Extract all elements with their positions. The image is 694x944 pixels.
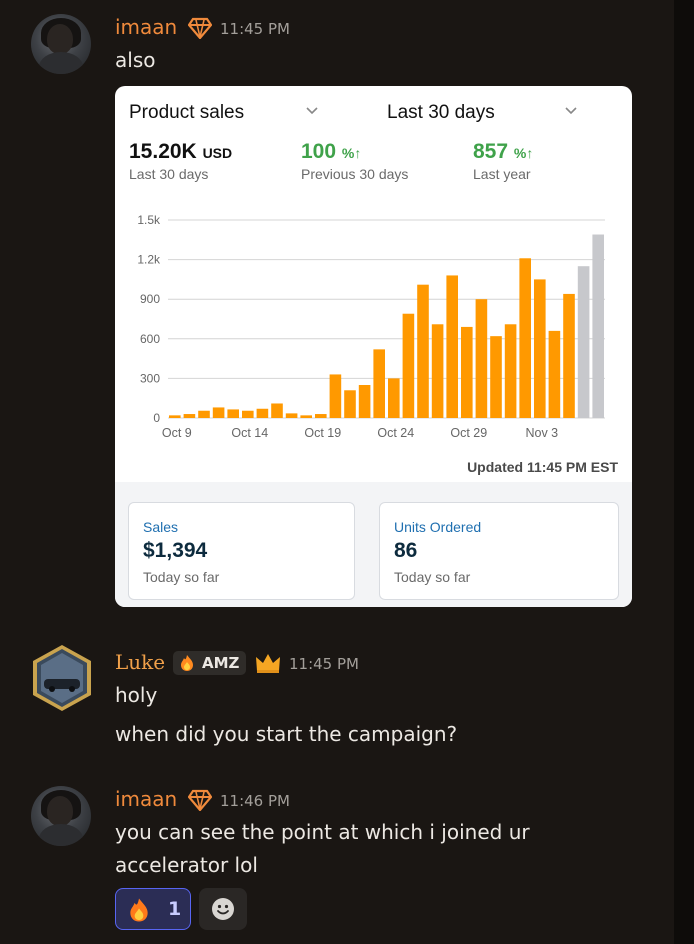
bar xyxy=(388,378,400,418)
bar xyxy=(329,374,342,418)
bar xyxy=(198,410,210,418)
bar xyxy=(315,414,327,418)
card-value: 86 xyxy=(394,539,418,562)
card-title: Units Ordered xyxy=(394,519,482,535)
y-tick-label: 1.5k xyxy=(137,213,161,227)
timestamp: 11:45 PM xyxy=(289,655,359,673)
bar xyxy=(358,385,371,418)
bar xyxy=(504,324,517,418)
card-subtitle: Today so far xyxy=(143,569,220,585)
bar xyxy=(242,410,254,418)
range-selector: Last 30 days xyxy=(387,102,495,123)
message-text: when did you start the campaign? xyxy=(115,722,458,746)
diamond-icon xyxy=(188,17,212,39)
sales-bar-chart: 0 300 600 900 1.2k 1.5k Oct 9 Oct 14 Oct 19 Oct 2… xyxy=(137,213,605,440)
card-title: Sales xyxy=(143,519,179,535)
bar xyxy=(402,313,415,418)
reaction-count: 1 xyxy=(168,898,182,920)
bar xyxy=(548,330,561,418)
message-text: you can see the point at which i joined … xyxy=(115,820,530,844)
y-tick-label: 900 xyxy=(140,292,160,306)
bar xyxy=(212,407,225,418)
bar xyxy=(271,403,283,418)
bar xyxy=(592,234,604,418)
kpi-previous-30: 100 %↑ xyxy=(301,140,362,163)
sales-screenshot-attachment[interactable]: Product sales Last 30 days 15.20K USD La… xyxy=(115,86,632,607)
kpi-last-year-label: Last year xyxy=(473,166,531,182)
message-text: accelerator lol xyxy=(115,853,258,877)
y-tick-label: 300 xyxy=(140,371,160,385)
message-text: also xyxy=(115,48,156,72)
chevron-down-icon xyxy=(565,107,577,115)
x-tick-label: Oct 29 xyxy=(450,426,487,440)
x-tick-label: Oct 19 xyxy=(304,426,341,440)
bar xyxy=(344,390,356,418)
x-tick-label: Oct 14 xyxy=(231,426,268,440)
message-text: holy xyxy=(115,683,158,707)
timestamp: 11:45 PM xyxy=(220,20,290,38)
bar xyxy=(256,408,269,418)
card-subtitle: Today so far xyxy=(394,569,471,585)
add-reaction-button[interactable] xyxy=(199,888,247,930)
author-name[interactable]: Luke xyxy=(115,650,165,674)
bar xyxy=(183,414,196,418)
bar xyxy=(431,324,444,418)
avatar-imaan[interactable] xyxy=(31,14,91,74)
author-name[interactable]: imaan xyxy=(115,787,177,811)
bar xyxy=(169,415,181,418)
bar xyxy=(417,284,429,418)
y-tick-label: 1.2k xyxy=(137,253,161,267)
bar xyxy=(534,279,546,418)
bar xyxy=(446,275,458,418)
bar xyxy=(577,266,590,418)
bar xyxy=(519,258,531,418)
metric-selector: Product sales xyxy=(129,102,245,123)
bar xyxy=(563,293,575,418)
sales-today-card: Sales $1,394 Today so far xyxy=(128,502,355,600)
right-rail xyxy=(674,0,694,944)
bar xyxy=(475,299,488,418)
y-tick-label: 0 xyxy=(153,411,160,425)
y-tick-label: 600 xyxy=(140,332,160,346)
avatar-luke[interactable] xyxy=(30,643,94,713)
kpi-total-sales: 15.20K USD xyxy=(129,140,233,163)
bar xyxy=(300,415,312,418)
units-today-card: Units Ordered 86 Today so far xyxy=(379,502,619,600)
bar xyxy=(285,413,298,418)
author-name[interactable]: imaan xyxy=(115,15,177,39)
x-tick-label: Nov 3 xyxy=(525,426,558,440)
crown-icon xyxy=(256,654,280,673)
kpi-total-label: Last 30 days xyxy=(129,166,209,182)
bar xyxy=(373,349,385,418)
kpi-last-year: 857 %↑ xyxy=(473,140,534,163)
kpi-previous-label: Previous 30 days xyxy=(301,166,409,182)
smiley-icon xyxy=(212,898,234,920)
avatar-imaan[interactable] xyxy=(31,786,91,846)
timestamp: 11:46 PM xyxy=(220,792,290,810)
reaction-fire[interactable]: 1 xyxy=(115,888,191,930)
server-tag[interactable]: AMZ xyxy=(173,651,246,675)
bar xyxy=(227,409,239,418)
bar xyxy=(490,336,502,418)
updated-timestamp: Updated 11:45 PM EST xyxy=(467,459,618,475)
flame-icon xyxy=(181,655,193,671)
chevron-down-icon xyxy=(306,107,318,115)
bar xyxy=(461,326,473,418)
x-tick-label: Oct 24 xyxy=(377,426,414,440)
x-tick-label: Oct 9 xyxy=(162,426,192,440)
card-value: $1,394 xyxy=(143,539,208,562)
fire-emoji-icon xyxy=(130,898,148,922)
diamond-icon xyxy=(188,789,212,811)
